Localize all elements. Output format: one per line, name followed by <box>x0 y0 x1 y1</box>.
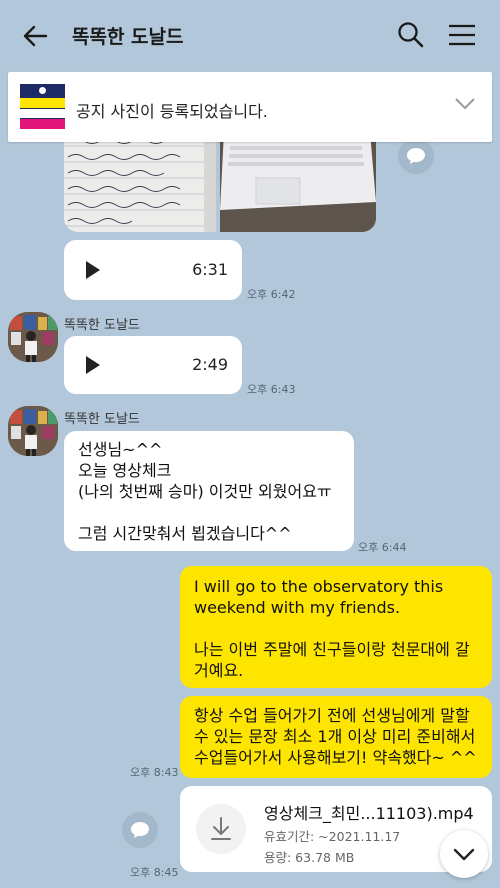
sender-name: 똑똑한 도날드 <box>64 412 140 427</box>
photo-handwritten-notes[interactable] <box>64 132 216 232</box>
message-body: I will go to the observatory this weeken… <box>194 577 470 680</box>
chevron-down-icon[interactable] <box>454 96 476 112</box>
message-time: 오후 6:43 <box>247 383 296 396</box>
laptop-image <box>220 132 376 232</box>
back-button[interactable] <box>20 20 52 52</box>
file-expiry: 유효기간: ~2021.11.17 <box>264 829 401 844</box>
notebook-image <box>64 132 216 232</box>
voice-duration: 6:31 <box>192 260 228 279</box>
play-icon[interactable] <box>86 261 100 279</box>
notice-thumbnail <box>20 84 65 129</box>
voice-message-1[interactable]: 6:31 <box>64 240 242 300</box>
search-button[interactable] <box>396 20 426 50</box>
message-body: 선생님~^^ 오늘 영상체크 (나의 첫번째 승마) 이것만 외웠어요ㅠ 그럼 … <box>78 440 332 543</box>
outgoing-message-2[interactable]: 항상 수업 들어가기 전에 선생님에게 말할 수 있는 문장 최소 1개 이상 … <box>180 696 492 778</box>
thumb-logo-icon <box>39 87 46 94</box>
thumb-band-3 <box>20 119 65 129</box>
hamburger-menu-icon <box>449 24 475 46</box>
arrow-left-icon <box>23 25 48 47</box>
avatar-image <box>8 406 58 456</box>
text-message[interactable]: 선생님~^^ 오늘 영상체크 (나의 첫번째 승마) 이것만 외웠어요ㅠ 그럼 … <box>64 431 354 551</box>
chat-title: 똑똑한 도날드 <box>72 26 184 48</box>
thumb-band-1 <box>20 98 65 108</box>
file-name: 영상체크_최민...11103).mp4 <box>264 804 474 823</box>
download-icon <box>211 817 231 840</box>
file-size: 용량: 63.78 MB <box>264 850 355 865</box>
chat-header: 똑똑한 도날드 <box>0 0 500 72</box>
notice-text: 공지 사진이 등록되었습니다. <box>76 102 268 121</box>
message-time: 오후 8:45 <box>130 866 179 879</box>
share-button[interactable] <box>122 812 158 848</box>
outgoing-message-1[interactable]: I will go to the observatory this weeken… <box>180 566 492 688</box>
message-time: 오후 8:43 <box>130 766 179 779</box>
message-time: 오후 6:42 <box>247 288 296 301</box>
message-body: 항상 수업 들어가기 전에 선생님에게 말할 수 있는 문장 최소 1개 이상 … <box>194 706 477 767</box>
notice-banner[interactable]: 공지 사진이 등록되었습니다. <box>8 72 492 142</box>
play-icon[interactable] <box>86 356 100 374</box>
avatar[interactable] <box>8 312 58 362</box>
photo-laptop[interactable] <box>220 132 376 232</box>
message-time: 오후 6:44 <box>358 541 407 554</box>
share-bubble-icon <box>407 148 425 164</box>
chevron-down-icon <box>453 848 475 861</box>
thumb-band-2 <box>20 109 65 118</box>
menu-button[interactable] <box>446 20 478 50</box>
scroll-to-bottom-button[interactable] <box>440 830 488 878</box>
voice-duration: 2:49 <box>192 355 228 374</box>
sender-name: 똑똑한 도날드 <box>64 318 140 333</box>
avatar-image <box>8 312 58 362</box>
avatar[interactable] <box>8 406 58 456</box>
search-icon <box>398 22 424 48</box>
share-button[interactable] <box>398 138 434 174</box>
download-button[interactable] <box>196 804 246 854</box>
share-bubble-icon <box>131 822 149 838</box>
voice-message-2[interactable]: 2:49 <box>64 336 242 394</box>
